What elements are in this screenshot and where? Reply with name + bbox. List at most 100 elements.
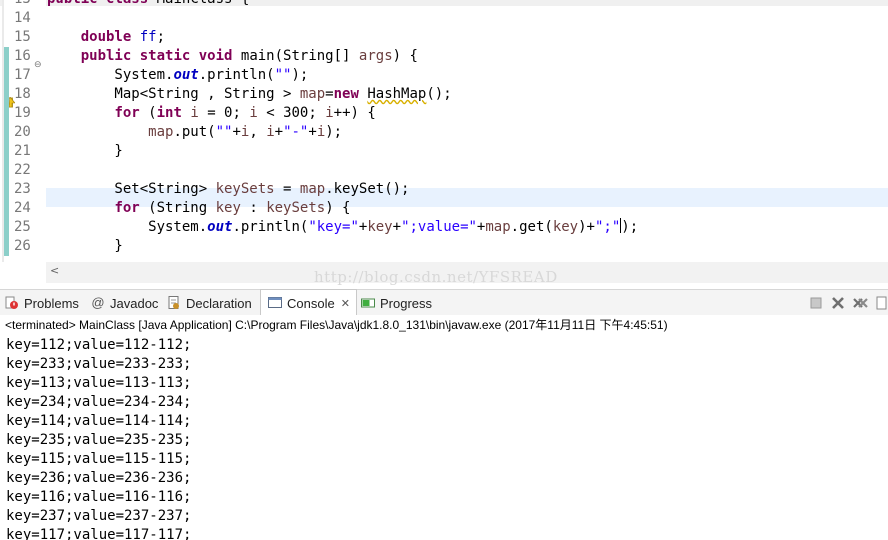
change-bar <box>4 85 9 104</box>
tab-problems[interactable]: Problems <box>4 290 79 316</box>
code-token: "key=" <box>308 219 359 235</box>
remove-launch-icon[interactable] <box>830 295 846 311</box>
code-line[interactable]: System.out.println(""); <box>47 66 308 85</box>
code-token: + <box>232 124 241 140</box>
code-line[interactable]: public static void main(String[] args) { <box>47 47 418 66</box>
code-token: int <box>156 105 182 121</box>
change-bar <box>4 237 9 256</box>
code-token: for <box>114 105 140 121</box>
code-token: ";value=" <box>401 219 477 235</box>
line-number: 23 <box>14 181 31 197</box>
code-token: i <box>316 124 326 140</box>
code-token: MainClass { <box>148 0 250 7</box>
line-number: 17 <box>14 67 31 83</box>
terminate-icon[interactable] <box>808 295 824 311</box>
code-token: System. <box>47 67 174 83</box>
code-token: i <box>266 124 275 140</box>
code-token: ) { <box>392 48 418 64</box>
code-token: map <box>299 86 326 102</box>
code-token: map <box>148 124 174 140</box>
console-menu-icon[interactable] <box>874 295 888 311</box>
console-line: key=236;value=236-236; <box>6 470 192 486</box>
change-bar <box>4 142 9 161</box>
code-token: .println( <box>198 67 275 83</box>
code-token: ; <box>156 29 166 45</box>
console-icon <box>268 297 282 308</box>
code-token: ( <box>139 105 157 121</box>
close-icon[interactable]: ✕ <box>341 297 350 310</box>
code-token: public <box>80 48 132 64</box>
code-token: new <box>333 86 359 102</box>
code-token: keySets <box>266 200 326 216</box>
code-token: } <box>47 238 123 254</box>
console-line: key=116;value=116-116; <box>6 489 192 505</box>
code-token: main(String[] <box>232 48 359 64</box>
code-line[interactable]: public class MainClass { <box>47 0 249 9</box>
code-token: Map<String , String > <box>47 86 300 102</box>
code-line[interactable]: for (int i = 0; i < 300; i++) { <box>47 104 375 123</box>
code-token: = 0; <box>198 105 250 121</box>
watermark: http://blog.csdn.net/YFSREAD <box>314 268 558 286</box>
console-line: key=112;value=112-112; <box>6 337 192 353</box>
code-editor[interactable]: ⊖ public class MainClass { double ff; pu… <box>0 0 888 262</box>
code-line[interactable]: } <box>47 142 122 161</box>
change-bar <box>4 47 9 66</box>
tab-label: Javadoc <box>110 295 159 311</box>
code-token: < 300; <box>257 105 326 121</box>
scroll-left-icon[interactable]: < <box>50 264 59 277</box>
tab-declaration[interactable]: Declaration <box>166 290 252 316</box>
declaration-icon <box>168 296 179 309</box>
code-token: .get( <box>510 219 553 235</box>
code-line[interactable]: double ff; <box>47 28 165 47</box>
tab-javadoc[interactable]: @ Javadoc <box>90 290 158 316</box>
code-token: , <box>249 124 267 140</box>
code-token: map <box>485 219 511 235</box>
tab-console[interactable]: Console ✕ <box>260 289 357 316</box>
code-line[interactable]: System.out.println("key="+key+";value="+… <box>47 218 638 237</box>
code-line[interactable]: Map<String , String > map=new HashMap(); <box>47 85 451 104</box>
code-line[interactable]: for (String key : keySets) { <box>47 199 350 218</box>
change-bar <box>4 218 9 237</box>
console-line: key=115;value=115-115; <box>6 451 192 467</box>
change-bar <box>4 199 9 218</box>
code-token: = <box>274 181 300 197</box>
console-line: key=117;value=117-117; <box>6 527 192 540</box>
code-line[interactable]: Set<String> keySets = map.keySet(); <box>47 180 409 199</box>
line-number: 20 <box>14 124 31 140</box>
line-number: 13 <box>14 0 40 9</box>
line-number: 21 <box>14 143 31 159</box>
code-token: class <box>106 0 148 7</box>
console-line: key=235;value=235-235; <box>6 432 192 448</box>
code-token: args <box>358 48 393 64</box>
code-token: )+ <box>578 219 595 235</box>
change-bar <box>4 123 9 142</box>
line-number: 25 <box>14 219 31 235</box>
views-tab-bar: Problems @ Javadoc Declaration Console ✕… <box>0 289 888 316</box>
code-token: .println( <box>232 219 309 235</box>
console-line: key=114;value=114-114; <box>6 413 192 429</box>
code-token: Set<String> <box>47 181 216 197</box>
code-token: "" <box>215 124 233 140</box>
code-token: + <box>392 219 402 235</box>
change-bar <box>4 180 9 199</box>
code-line[interactable]: } <box>47 237 123 256</box>
code-token: .keySet(); <box>325 181 410 197</box>
console-output[interactable]: key=112;value=112-112; key=233;value=233-… <box>0 336 888 540</box>
code-line[interactable]: map.put(""+i, i+"-"+i); <box>47 123 342 142</box>
code-token: i <box>190 105 199 121</box>
code-token: (String <box>139 200 216 216</box>
code-token: .put( <box>173 124 216 140</box>
code-token: "-" <box>283 124 309 140</box>
code-token: void <box>198 48 233 64</box>
remove-all-terminated-icon[interactable] <box>852 295 868 311</box>
tab-progress[interactable]: Progress <box>360 290 432 316</box>
progress-icon <box>361 298 375 308</box>
code-token: out <box>173 67 199 83</box>
code-token: public <box>47 0 98 7</box>
tab-label: Progress <box>380 295 433 311</box>
